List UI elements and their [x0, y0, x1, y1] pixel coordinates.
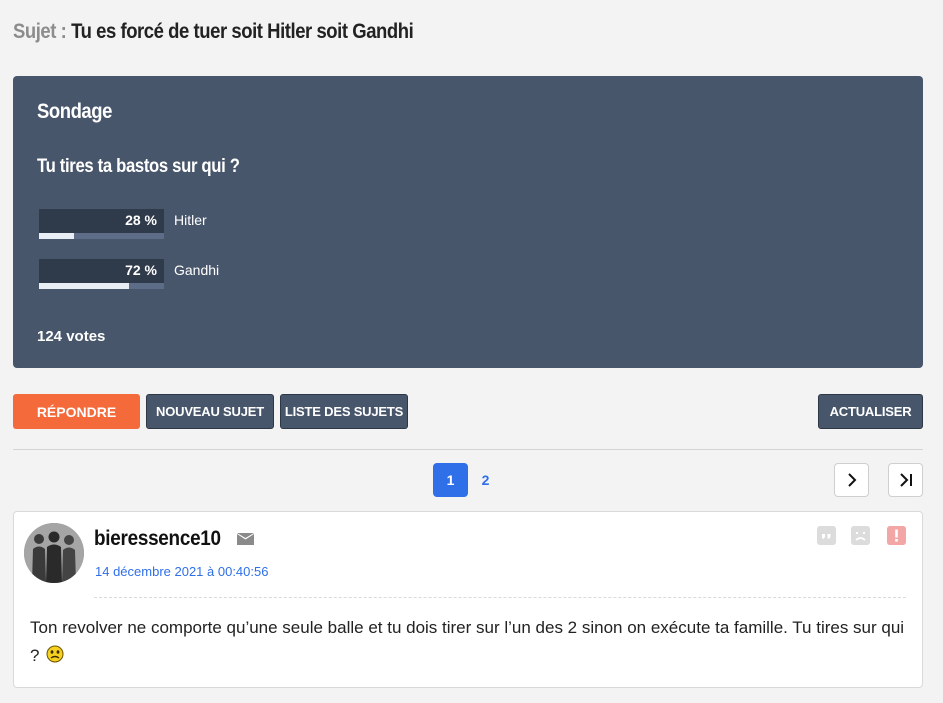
poll-bar-track [39, 283, 164, 289]
topic-prefix: Sujet : [13, 20, 67, 43]
new-topic-button[interactable]: NOUVEAU SUJET [146, 394, 274, 429]
page-title: Sujet : Tu es forcé de tuer soit Hitler … [13, 20, 414, 44]
sad-face-icon[interactable] [851, 526, 870, 545]
poll-question: Tu tires ta bastos sur qui ? [37, 156, 240, 177]
refresh-button[interactable]: ACTUALISER [818, 394, 923, 429]
poll-option-label: Gandhi [174, 262, 220, 278]
page-button-2[interactable]: 2 [468, 463, 503, 497]
chevron-right-icon [847, 473, 856, 487]
poll-bar-fill [39, 283, 129, 289]
poll-heading: Sondage [37, 100, 112, 123]
mail-icon[interactable] [236, 532, 255, 546]
last-page-button[interactable] [888, 463, 923, 497]
poll-option-hitler: 28 % Hitler [39, 209, 439, 239]
quote-icon[interactable] [817, 526, 836, 545]
reply-button[interactable]: RÉPONDRE [13, 394, 140, 429]
next-page-button[interactable] [834, 463, 869, 497]
post-text: Ton revolver ne comporte qu’une seule ba… [30, 618, 905, 665]
topic-list-button[interactable]: LISTE DES SUJETS [280, 394, 408, 429]
poll-percent: 72 % [125, 262, 157, 278]
poll-panel: Sondage Tu tires ta bastos sur qui ? 28 … [13, 76, 923, 368]
poll-option-gandhi: 72 % Gandhi [39, 259, 439, 289]
divider [13, 449, 923, 450]
poll-percent: 28 % [125, 212, 157, 228]
poll-result-box: 72 % [39, 259, 164, 283]
page-button-1[interactable]: 1 [433, 463, 468, 497]
alert-icon[interactable] [887, 526, 906, 545]
poll-option-label: Hitler [174, 212, 207, 228]
post-card: bieressence10 14 décembre 2021 à 00:40:5… [13, 511, 923, 688]
poll-result-box: 28 % [39, 209, 164, 233]
smiley-icon [46, 645, 64, 663]
poll-bar-track [39, 233, 164, 239]
post-author[interactable]: bieressence10 [94, 527, 221, 551]
avatar[interactable] [24, 523, 84, 583]
last-page-icon [899, 473, 912, 487]
poll-bar-fill [39, 233, 74, 239]
post-separator [94, 597, 906, 598]
post-body: Ton revolver ne comporte qu’une seule ba… [30, 614, 910, 670]
topic-name: Tu es forcé de tuer soit Hitler soit Gan… [71, 20, 414, 43]
poll-vote-count: 124 votes [37, 328, 106, 345]
post-date[interactable]: 14 décembre 2021 à 00:40:56 [95, 564, 268, 579]
